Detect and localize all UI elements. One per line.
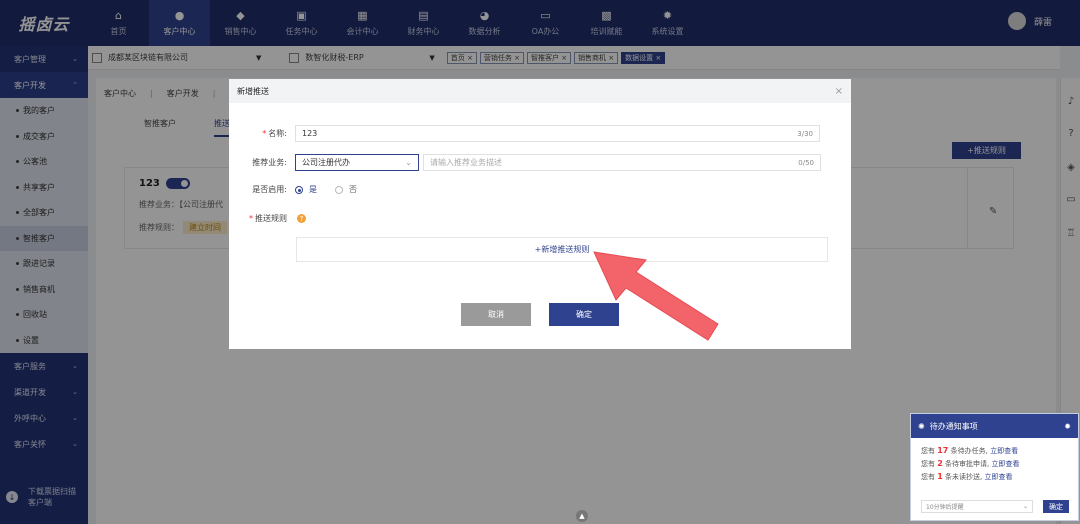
business-description-input[interactable]: 请输入推荐业务描述 0/50 — [423, 154, 821, 171]
new-push-modal: 新增推送 × * 名称: 123 3/30 推荐业务: 公司注册代办 ⌄ 请输入推… — [229, 79, 851, 349]
name-input[interactable]: 123 3/30 — [295, 125, 820, 142]
business-select[interactable]: 公司注册代办 ⌄ — [295, 154, 419, 171]
collapse-handle-icon[interactable]: ▲ — [576, 510, 588, 522]
bulb-icon: ✺ — [918, 421, 925, 431]
cancel-button[interactable]: 取消 — [461, 303, 531, 326]
todo-notification-panel: ✺ 待办通知事项 ✹ 您有 17 条待办任务, 立即查看 您有 2 条待审批申请,… — [910, 413, 1079, 521]
red-arrow-annotation — [593, 251, 719, 341]
view-approvals-link[interactable]: 立即查看 — [992, 460, 1020, 468]
modal-title: 新增推送 — [237, 86, 269, 96]
unread-cc-line: 您有 1 条未读抄送, 立即查看 — [921, 472, 1013, 481]
enable-row: 是否启用: 是 否 — [252, 185, 357, 194]
remind-later-select[interactable]: 10分钟后提醒 ⌄ — [921, 500, 1033, 513]
view-tasks-link[interactable]: 立即查看 — [990, 447, 1018, 455]
name-row: * 名称: 123 3/30 — [229, 125, 820, 142]
close-icon[interactable]: × — [835, 86, 843, 97]
chevron-down-icon: ⌄ — [405, 158, 412, 167]
add-push-rule-area[interactable]: +新增推送规则 — [296, 237, 828, 262]
help-icon[interactable]: ? — [297, 214, 306, 223]
description-char-count: 0/50 — [798, 158, 814, 167]
remind-confirm-button[interactable]: 确定 — [1043, 500, 1069, 513]
gear-icon[interactable]: ✹ — [1064, 422, 1071, 431]
name-char-count: 3/30 — [797, 129, 813, 138]
todo-tasks-line: 您有 17 条待办任务, 立即查看 — [921, 446, 1019, 455]
rule-row: * 推送规则 ? — [229, 213, 306, 224]
radio-no[interactable] — [335, 185, 343, 194]
chevron-down-icon: ⌄ — [1022, 503, 1028, 510]
add-push-rule-link[interactable]: +新增推送规则 — [535, 244, 590, 255]
view-cc-link[interactable]: 立即查看 — [985, 473, 1013, 481]
pending-approval-line: 您有 2 条待审批申请, 立即查看 — [921, 459, 1020, 468]
radio-yes[interactable] — [295, 185, 303, 194]
business-row: 推荐业务: 公司注册代办 ⌄ 请输入推荐业务描述 0/50 — [229, 154, 821, 171]
